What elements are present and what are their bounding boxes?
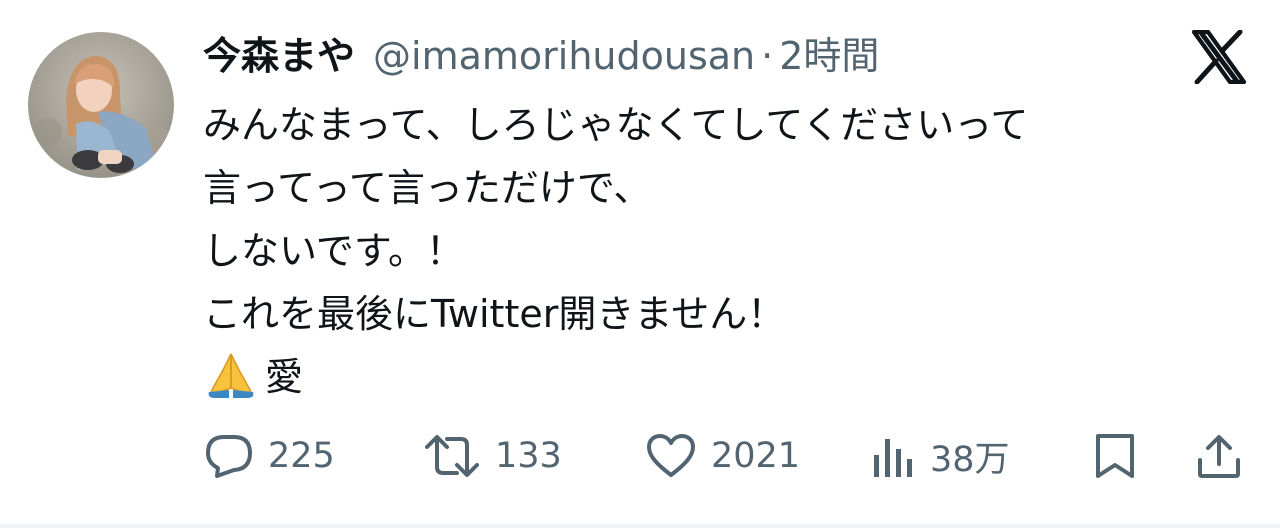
tweet-line-5: 愛: [203, 346, 1253, 409]
retweet-button[interactable]: 133: [423, 426, 562, 486]
views-button[interactable]: 38万: [872, 426, 1010, 486]
action-bar: 225 133 2021 38万: [0, 426, 1280, 486]
reply-count: 225: [268, 436, 335, 476]
tweet-line-1: みんなまって、しろじゃなくてしてくださいって: [203, 103, 1029, 147]
share-button[interactable]: [1196, 426, 1242, 486]
x-logo-icon: [1191, 30, 1247, 84]
retweet-count: 133: [495, 436, 562, 476]
timestamp[interactable]: 2時間: [779, 28, 879, 84]
tweet-line-5-text: 愛: [265, 355, 304, 399]
tweet-card[interactable]: 今森まや @imamorihudousan · 2時間 みんなまって、しろじゃな…: [0, 0, 1280, 528]
tweet-line-4: これを最後にTwitter開きません！: [203, 292, 786, 336]
tweet-text: みんなまって、しろじゃなくてしてくださいって 言ってって言っただけで、 しないで…: [203, 94, 1253, 409]
user-handle[interactable]: @imamorihudousan: [373, 28, 755, 84]
like-button[interactable]: 2021: [645, 426, 800, 486]
separator-dot: ·: [761, 34, 774, 78]
tweet-header: 今森まや @imamorihudousan · 2時間: [203, 28, 879, 84]
views-icon: [874, 439, 912, 477]
avatar[interactable]: [28, 32, 174, 178]
reply-button[interactable]: 225: [204, 426, 335, 486]
tweet-line-2: 言ってって言っただけで、: [203, 166, 652, 210]
bookmark-button[interactable]: [1094, 426, 1136, 486]
retweet-icon: [425, 435, 479, 477]
folded-hands-icon: [208, 353, 254, 398]
tweet-line-3: しないです。！: [203, 229, 465, 273]
bookmark-icon: [1096, 434, 1134, 478]
divider: [0, 524, 1280, 528]
views-count: 38万: [930, 439, 1010, 480]
share-icon: [1198, 435, 1240, 478]
heart-icon: [647, 434, 695, 477]
like-count: 2021: [711, 436, 801, 476]
reply-icon: [206, 435, 252, 478]
display-name[interactable]: 今森まや: [203, 28, 355, 84]
